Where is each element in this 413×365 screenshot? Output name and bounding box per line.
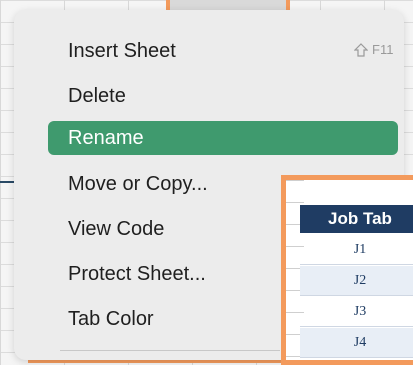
table-cell: J1 bbox=[353, 241, 367, 257]
insert-sheet-shortcut: F11 bbox=[354, 42, 393, 57]
menu-item-delete[interactable]: Delete bbox=[48, 79, 400, 113]
job-tab-header: Job Tab bbox=[300, 205, 413, 233]
menu-item-rename[interactable]: Rename bbox=[48, 121, 398, 155]
table-cell: J3 bbox=[353, 303, 367, 319]
table-row: J4 bbox=[300, 328, 413, 358]
shortcut-label: F11 bbox=[372, 42, 394, 57]
menu-item-label: View Code bbox=[68, 217, 165, 240]
menu-item-insert-sheet[interactable]: Insert Sheet bbox=[48, 34, 400, 68]
job-table-highlight-frame: Job Tab J1 J2 J3 J4 bbox=[281, 175, 413, 365]
table-row: J2 bbox=[300, 266, 413, 296]
table-row: J3 bbox=[300, 297, 413, 327]
menu-item-label: Move or Copy... bbox=[68, 172, 208, 195]
menu-item-label: Insert Sheet bbox=[68, 39, 176, 62]
menu-item-label: Delete bbox=[68, 84, 126, 107]
menu-item-label: Protect Sheet... bbox=[68, 262, 206, 285]
shift-key-icon bbox=[354, 42, 368, 57]
table-cell: J2 bbox=[353, 272, 367, 288]
menu-item-label: Rename bbox=[68, 126, 144, 149]
job-tab-header-label: Job Tab bbox=[328, 209, 392, 228]
menu-separator bbox=[60, 350, 280, 351]
menu-item-label: Tab Color bbox=[68, 307, 154, 330]
table-cell: J4 bbox=[353, 334, 367, 350]
table-row: J1 bbox=[300, 235, 413, 265]
